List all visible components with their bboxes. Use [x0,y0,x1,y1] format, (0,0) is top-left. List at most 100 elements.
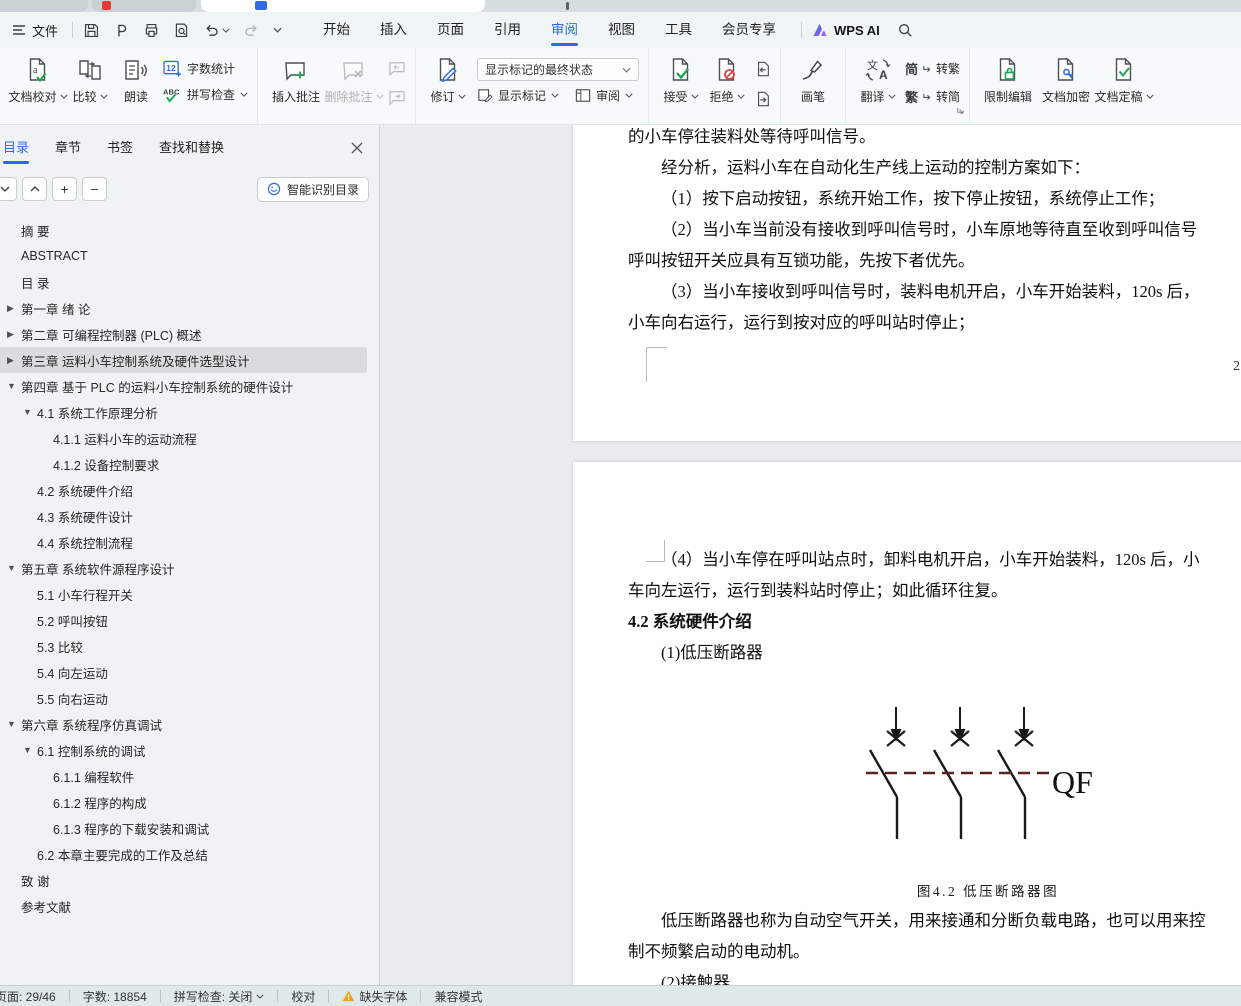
file-menu[interactable]: 文件 [8,21,62,40]
toc-expand-arrow-icon[interactable]: ▶ [7,303,21,314]
sidebar-tab[interactable]: 书签 [94,125,146,171]
sidebar-tab[interactable]: 目录 [0,125,42,171]
toc-next-heading-button[interactable] [0,177,17,201]
hamburger-icon [13,25,25,35]
toc-collapse-all-button[interactable]: − [82,177,107,201]
toc-item[interactable]: ▼ 4.1 系统工作原理分析 [0,399,379,425]
toc-item[interactable]: 6.1.3 程序的下载安装和调试 [0,815,379,841]
convert-arrow-icon [923,93,931,100]
status-word-count[interactable]: 字数: 18854 [83,988,147,1005]
smart-toc-button[interactable]: 智能识别目录 [256,176,369,202]
ribbon-tab[interactable]: 会员专享 [707,12,791,48]
finalize-document-button[interactable]: 文档定稿 [1095,48,1154,105]
pen-button[interactable]: 画笔 [790,48,836,105]
translate-button[interactable]: 文A 翻译 [855,48,901,105]
sidebar-close-button[interactable] [351,141,363,159]
status-spellcheck-toggle[interactable]: 拼写检查: 关闭 [174,988,265,1005]
ribbon-tab[interactable]: 插入 [365,12,422,48]
toc-item[interactable]: ▶ 第三章 运料小车控制系统及硬件选型设计 [0,347,367,373]
save-button[interactable] [83,22,100,39]
toc-item[interactable]: 4.1.2 设备控制要求 [0,451,379,477]
track-changes-button[interactable]: 修订 [425,48,471,105]
print-preview-button[interactable] [173,22,190,39]
toc-expand-arrow-icon[interactable]: ▼ [23,745,37,755]
accept-change-button[interactable]: 接受 [658,48,704,105]
toc-expand-arrow-icon[interactable]: ▼ [7,719,21,729]
chevron-down-icon [887,94,896,99]
toc-item[interactable]: 6.2 本章主要完成的工作及总结 [0,841,379,867]
doc-line: （2）当小车当前没有接收到呼叫信号时，小车原地等待直至收到呼叫信号 [661,220,1198,239]
toc-item[interactable]: 4.1.1 运料小车的运动流程 [0,425,379,451]
compare-button[interactable]: 比较 [67,48,113,105]
toc-item[interactable]: 5.4 向左运动 [0,659,379,685]
toc-item[interactable]: ▼ 第六章 系统程序仿真调试 [0,711,379,737]
toc-item[interactable]: ▼ 6.1 控制系统的调试 [0,737,379,763]
document-page-1[interactable]: 的小车停往装料处等待呼叫信号。 经分析，运料小车在自动化生产线上运动的控制方案如… [573,125,1241,441]
toc-expand-all-button[interactable]: + [52,177,77,201]
ribbon-tab[interactable]: 开始 [308,12,365,48]
document-page-2[interactable]: （4）当小车停在呼叫站点时，卸料电机开启，小车开始装料，120s 后，小 车向左… [573,462,1241,985]
toc-item[interactable]: 5.3 比较 [0,633,379,659]
ribbon-tab[interactable]: 引用 [479,12,536,48]
encrypt-document-button[interactable]: 文档加密 [1037,48,1095,105]
toc-item[interactable]: ▶ 第二章 可编程控制器 (PLC) 概述 [0,321,379,347]
document-tab-inactive-2[interactable] [92,0,196,12]
restrict-editing-button[interactable]: 限制编辑 [979,48,1037,105]
toc-previous-heading-button[interactable] [22,177,47,201]
toc-item[interactable]: 致 谢 [0,867,379,893]
read-aloud-button[interactable]: 朗读 [113,48,159,105]
toc-expand-arrow-icon[interactable]: ▼ [7,381,21,391]
insert-comment-button[interactable]: 插入批注 [267,48,325,105]
ribbon-tab[interactable]: 工具 [650,12,707,48]
toc-item[interactable]: 4.4 系统控制流程 [0,529,379,555]
print-button[interactable] [143,22,160,39]
toc-item[interactable]: 5.5 向右运动 [0,685,379,711]
reject-change-button[interactable]: 拒绝 [704,48,750,105]
toc-item[interactable]: ▶ 第一章 绪 论 [0,295,379,321]
spell-check-button[interactable]: ABC 拼写检查 [163,86,248,103]
toc-item[interactable]: 5.2 呼叫按钮 [0,607,379,633]
simplified-to-traditional-button[interactable]: 简 转繁 [905,59,960,78]
toc-item[interactable]: ▼ 第五章 系统软件源程序设计 [0,555,379,581]
doc-proof-button[interactable]: a 文档校对 [9,48,68,105]
toc-item[interactable]: 6.1.2 程序的构成 [0,789,379,815]
document-tab-active[interactable] [201,0,485,12]
ribbon-tab[interactable]: 视图 [593,12,650,48]
word-count-button[interactable]: 12 字数统计 [163,60,248,77]
group-expander-icon[interactable] [956,102,965,120]
wps-ai-button[interactable]: WPS AI [812,23,880,38]
toc-item[interactable]: 4.3 系统硬件设计 [0,503,379,529]
ribbon-tab[interactable]: 页面 [422,12,479,48]
show-markup-button[interactable]: 显示标记 [477,87,559,104]
customize-toolbar-button[interactable] [273,27,282,33]
status-proofing-button[interactable]: 校对 [291,988,315,1005]
toc-item[interactable]: 4.2 系统硬件介绍 [0,477,379,503]
status-missing-font-warning[interactable]: 缺失字体 [342,988,407,1005]
toc-item[interactable]: 5.1 小车行程开关 [0,581,379,607]
ribbon-tab[interactable]: 审阅 [536,12,593,48]
next-comment-button [388,90,406,110]
toc-item[interactable]: 参考文献 [0,893,379,919]
review-pane-button[interactable]: 审阅 [575,87,633,104]
toc-item[interactable]: 摘 要 [0,217,379,243]
tab-bar-more-icon[interactable] [566,2,569,10]
toc-item[interactable]: 目 录 [0,269,379,295]
markup-state-dropdown[interactable]: 显示标记的最终状态 [477,58,640,81]
sidebar-tab[interactable]: 查找和替换 [146,125,237,171]
toc-item[interactable]: ABSTRACT [0,243,379,269]
document-tab-inactive-1[interactable] [0,0,88,12]
toc-expand-arrow-icon[interactable]: ▶ [7,329,21,340]
undo-button[interactable] [203,22,230,39]
status-compatibility-mode: 兼容模式 [434,989,483,1004]
previous-change-button[interactable] [755,61,771,82]
toc-item[interactable]: 6.1.1 编程软件 [0,763,379,789]
toc-expand-arrow-icon[interactable]: ▼ [23,407,37,417]
export-pdf-button[interactable] [113,22,130,39]
toc-expand-arrow-icon[interactable]: ▼ [7,563,21,573]
traditional-to-simplified-button[interactable]: 繁 转简 [905,87,960,106]
next-change-button[interactable] [755,91,771,112]
sidebar-tab[interactable]: 章节 [42,125,94,171]
search-button[interactable] [897,22,913,38]
toc-expand-arrow-icon[interactable]: ▶ [7,355,21,366]
toc-item[interactable]: ▼ 第四章 基于 PLC 的运料小车控制系统的硬件设计 [0,373,379,399]
